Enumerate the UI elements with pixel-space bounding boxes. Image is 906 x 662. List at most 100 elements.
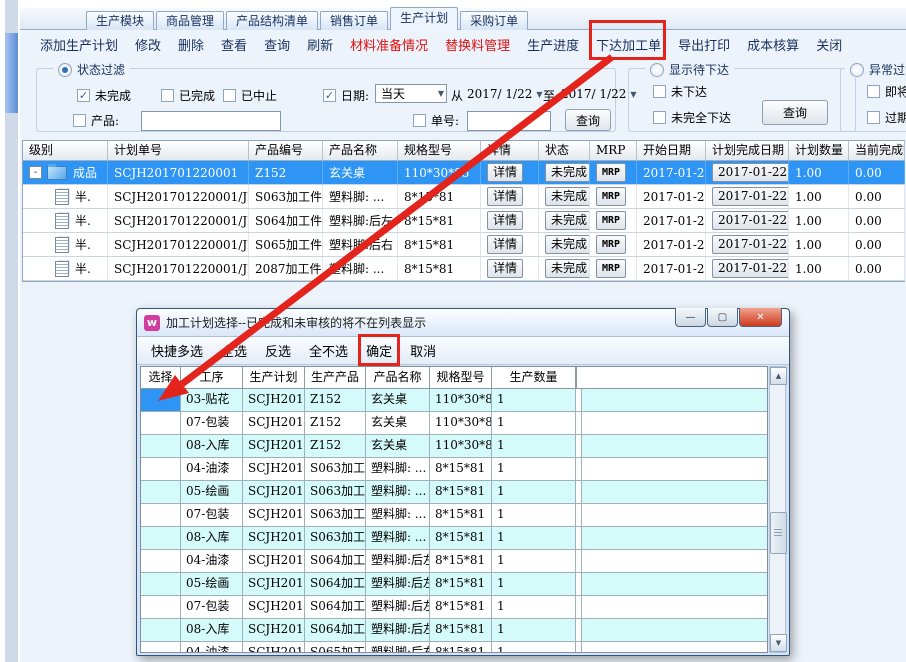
mrp-button[interactable]: MRP — [596, 259, 626, 278]
tab-2[interactable]: 商品管理 — [156, 11, 224, 30]
filter-product[interactable]: 产品: — [73, 112, 119, 129]
select-cell[interactable] — [141, 481, 181, 503]
dialog-menu-6[interactable]: 取消 — [410, 341, 436, 360]
tab-1[interactable]: 生产模块 — [86, 11, 154, 30]
date-checkbox[interactable] — [323, 89, 336, 102]
column-header[interactable]: 生产产品 — [305, 367, 366, 388]
toolbar-item-6[interactable]: 刷新 — [307, 35, 333, 54]
table-row[interactable]: 半.SCJH201701220001/JH004S064加工件塑料脚:后左8*1… — [23, 209, 905, 233]
detail-button[interactable]: 详情 — [487, 211, 523, 230]
filter-unfinished[interactable]: 未完成 — [77, 87, 131, 104]
status-button[interactable]: 未完成 — [545, 259, 590, 278]
not-issued-checkbox[interactable] — [653, 85, 666, 98]
finish-date-button[interactable]: 2017-01-22 — [712, 259, 789, 278]
tree-collapse-icon[interactable]: - — [29, 166, 42, 179]
filter-expired[interactable]: 过期 — [867, 109, 906, 126]
finish-date-button[interactable]: 2017-01-22 — [712, 211, 789, 230]
mrp-button[interactable]: MRP — [596, 187, 626, 206]
select-cell[interactable] — [141, 573, 181, 595]
dialog-table-row[interactable]: 03-贴花SCJH20170...Z152玄关桌110*30*851 — [141, 389, 767, 412]
unfinished-checkbox[interactable] — [77, 89, 90, 102]
filter-aborted[interactable]: 已中止 — [223, 87, 277, 104]
dialog-table-row[interactable]: 08-入库SCJH20170...S064加工件塑料脚:后左8*15*811 — [141, 619, 767, 642]
expiring-checkbox[interactable] — [867, 85, 880, 98]
product-checkbox[interactable] — [73, 114, 86, 127]
select-cell[interactable] — [141, 504, 181, 526]
dialog-table-row[interactable]: 07-包装SCJH20170...S064加工件塑料脚:后左8*15*811 — [141, 596, 767, 619]
filter-finished[interactable]: 已完成 — [161, 87, 215, 104]
toolbar-item-2[interactable]: 修改 — [135, 35, 161, 54]
filter-order[interactable]: 单号: — [413, 112, 459, 129]
status-button[interactable]: 未完成 — [545, 163, 590, 182]
select-cell[interactable] — [141, 596, 181, 618]
scroll-up-icon[interactable]: ▲ — [770, 367, 787, 385]
status-button[interactable]: 未完成 — [545, 187, 590, 206]
table-row[interactable]: 半.SCJH201701220001/JH0022087加工件塑料脚: ...8… — [23, 257, 905, 281]
product-input[interactable] — [141, 111, 281, 131]
select-cell[interactable] — [141, 412, 181, 434]
select-cell[interactable] — [141, 550, 181, 572]
maximize-button[interactable]: ▢ — [707, 308, 738, 327]
table-row[interactable]: 半.SCJH201701220001/JH005S063加工件塑料脚: ...8… — [23, 185, 905, 209]
dialog-menu-5[interactable]: 确定 — [366, 341, 392, 360]
aborted-checkbox[interactable] — [223, 89, 236, 102]
toolbar-item-7[interactable]: 材料准备情况 — [350, 35, 428, 54]
toolbar-item-3[interactable]: 删除 — [178, 35, 204, 54]
dialog-table-row[interactable]: 04-油漆SCJH20170...S064加工件塑料脚:后左8*15*811 — [141, 550, 767, 573]
dialog-menu-2[interactable]: 全选 — [221, 341, 247, 360]
column-header[interactable]: 生产计划 — [243, 367, 305, 388]
column-header[interactable]: 产品编号 — [249, 141, 323, 160]
column-header[interactable]: 产品名称 — [323, 141, 398, 160]
filter-expiring[interactable]: 即将到期 — [867, 83, 906, 100]
toolbar-item-11[interactable]: 导出打印 — [678, 35, 730, 54]
table-row[interactable]: 半.SCJH201701220001/JH003S065加工件塑料脚:后右8*1… — [23, 233, 905, 257]
toolbar-item-9[interactable]: 生产进度 — [527, 35, 579, 54]
abnormal-filter-radio[interactable] — [850, 63, 864, 77]
tab-5[interactable]: 生产计划 — [390, 7, 458, 30]
detail-button[interactable]: 详情 — [487, 187, 523, 206]
dialog-table-row[interactable]: 07-包装SCJH20170...S063加工件塑料脚: ...8*15*811 — [141, 504, 767, 527]
status-search-button[interactable]: 查询 — [565, 109, 611, 131]
finished-checkbox[interactable] — [161, 89, 174, 102]
column-header[interactable]: 生产数量 — [492, 367, 576, 388]
filter-partial-issued[interactable]: 未完全下达 — [653, 109, 731, 126]
select-cell[interactable] — [141, 435, 181, 457]
tab-4[interactable]: 销售订单 — [320, 11, 388, 30]
toolbar-item-13[interactable]: 关闭 — [816, 35, 842, 54]
toolbar-item-10[interactable]: 下达加工单 — [596, 35, 661, 54]
select-cell[interactable] — [141, 619, 181, 641]
order-input[interactable] — [467, 111, 551, 131]
date-to-picker[interactable]: 2017/ 1/22 ▼ — [561, 87, 637, 101]
status-button[interactable]: 未完成 — [545, 211, 590, 230]
column-header[interactable]: 计划单号 — [108, 141, 249, 160]
toolbar-item-4[interactable]: 查看 — [221, 35, 247, 54]
dialog-menu-4[interactable]: 全不选 — [309, 341, 348, 360]
dialog-table-row[interactable]: 08-入库SCJH20170...Z152玄关桌110*30*851 — [141, 435, 767, 458]
column-header[interactable]: MRP — [590, 141, 637, 160]
column-header[interactable]: 开始日期 — [637, 141, 706, 160]
finish-date-button[interactable]: 2017-01-22 — [712, 187, 789, 206]
dialog-table-row[interactable]: 04-油漆SCJH20170...S063加工件塑料脚: ...8*15*811 — [141, 458, 767, 481]
mrp-button[interactable]: MRP — [596, 211, 626, 230]
table-row[interactable]: -成品SCJH201701220001Z152玄关桌110*30*85详情未完成… — [23, 161, 905, 185]
toolbar-item-5[interactable]: 查询 — [264, 35, 290, 54]
dialog-scrollbar[interactable]: ▲ ▼ — [769, 366, 786, 653]
column-header[interactable]: 当前完成数 — [849, 141, 905, 160]
pending-filter-radio[interactable] — [650, 63, 664, 77]
select-cell[interactable] — [141, 527, 181, 549]
column-header[interactable]: 规格型号 — [398, 141, 481, 160]
minimize-button[interactable]: — — [675, 308, 706, 327]
scroll-down-icon[interactable]: ▼ — [770, 634, 787, 652]
dialog-table-row[interactable]: 05-绘画SCJH20170...S063加工件塑料脚: ...8*15*811 — [141, 481, 767, 504]
status-button[interactable]: 未完成 — [545, 235, 590, 254]
column-header[interactable]: 工序 — [181, 367, 243, 388]
dialog-table-row[interactable]: 08-入库SCJH20170...S063加工件塑料脚: ...8*15*811 — [141, 527, 767, 550]
scrollbar-thumb[interactable] — [770, 512, 787, 554]
expired-checkbox[interactable] — [867, 111, 880, 124]
filter-not-issued[interactable]: 未下达 — [653, 83, 707, 100]
column-header[interactable]: 选择 — [141, 367, 181, 388]
select-cell[interactable] — [141, 458, 181, 480]
column-header[interactable]: 产品名称 — [366, 367, 430, 388]
dialog-menu-3[interactable]: 反选 — [265, 341, 291, 360]
detail-button[interactable]: 详情 — [487, 163, 523, 182]
